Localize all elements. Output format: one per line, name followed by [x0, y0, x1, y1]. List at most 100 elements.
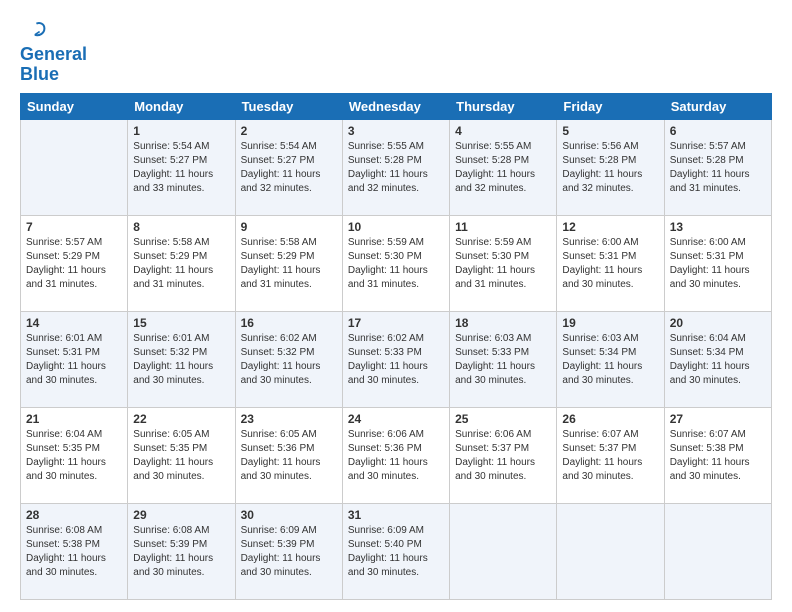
- day-number: 11: [455, 220, 551, 234]
- day-info: Sunrise: 5:55 AM Sunset: 5:28 PM Dayligh…: [455, 140, 551, 196]
- logo: General Blue: [20, 20, 87, 85]
- calendar-week-row: 21 Sunrise: 6:04 AM Sunset: 5:35 PM Dayli…: [21, 407, 772, 503]
- day-number: 5: [562, 124, 658, 138]
- day-info: Sunrise: 6:08 AM Sunset: 5:38 PM Dayligh…: [26, 524, 122, 580]
- day-info: Sunrise: 6:09 AM Sunset: 5:39 PM Dayligh…: [241, 524, 337, 580]
- day-number: 27: [670, 412, 766, 426]
- calendar-cell: [21, 119, 128, 215]
- calendar-week-row: 1 Sunrise: 5:54 AM Sunset: 5:27 PM Daylig…: [21, 119, 772, 215]
- day-number: 29: [133, 508, 229, 522]
- logo-icon: [22, 20, 46, 40]
- day-info: Sunrise: 6:07 AM Sunset: 5:38 PM Dayligh…: [670, 428, 766, 484]
- day-info: Sunrise: 6:00 AM Sunset: 5:31 PM Dayligh…: [562, 236, 658, 292]
- day-number: 20: [670, 316, 766, 330]
- calendar-cell: 24 Sunrise: 6:06 AM Sunset: 5:36 PM Dayli…: [342, 407, 449, 503]
- calendar-week-row: 28Sunrise: 6:08 AM Sunset: 5:38 PM Dayli…: [21, 503, 772, 599]
- day-info: Sunrise: 6:07 AM Sunset: 5:37 PM Dayligh…: [562, 428, 658, 484]
- day-info: Sunrise: 6:06 AM Sunset: 5:36 PM Dayligh…: [348, 428, 444, 484]
- header: General Blue: [20, 16, 772, 85]
- day-number: 21: [26, 412, 122, 426]
- day-number: 13: [670, 220, 766, 234]
- calendar-cell: 28Sunrise: 6:08 AM Sunset: 5:38 PM Dayli…: [21, 503, 128, 599]
- day-info: Sunrise: 6:01 AM Sunset: 5:32 PM Dayligh…: [133, 332, 229, 388]
- day-number: 9: [241, 220, 337, 234]
- weekday-header-wednesday: Wednesday: [342, 93, 449, 119]
- day-info: Sunrise: 6:05 AM Sunset: 5:35 PM Dayligh…: [133, 428, 229, 484]
- day-number: 7: [26, 220, 122, 234]
- page: General Blue SundayMondayTuesdayWednesda…: [0, 0, 792, 612]
- day-info: Sunrise: 5:56 AM Sunset: 5:28 PM Dayligh…: [562, 140, 658, 196]
- day-number: 18: [455, 316, 551, 330]
- calendar-cell: 15 Sunrise: 6:01 AM Sunset: 5:32 PM Dayli…: [128, 311, 235, 407]
- day-number: 19: [562, 316, 658, 330]
- logo-text: General Blue: [20, 45, 87, 85]
- calendar-cell: 25Sunrise: 6:06 AM Sunset: 5:37 PM Dayli…: [450, 407, 557, 503]
- day-info: Sunrise: 6:04 AM Sunset: 5:35 PM Dayligh…: [26, 428, 122, 484]
- calendar-cell: 11 Sunrise: 5:59 AM Sunset: 5:30 PM Dayli…: [450, 215, 557, 311]
- calendar-cell: 26 Sunrise: 6:07 AM Sunset: 5:37 PM Dayli…: [557, 407, 664, 503]
- day-number: 2: [241, 124, 337, 138]
- day-number: 12: [562, 220, 658, 234]
- day-number: 17: [348, 316, 444, 330]
- day-info: Sunrise: 5:59 AM Sunset: 5:30 PM Dayligh…: [455, 236, 551, 292]
- day-info: Sunrise: 6:00 AM Sunset: 5:31 PM Dayligh…: [670, 236, 766, 292]
- day-info: Sunrise: 6:03 AM Sunset: 5:34 PM Dayligh…: [562, 332, 658, 388]
- day-info: Sunrise: 6:05 AM Sunset: 5:36 PM Dayligh…: [241, 428, 337, 484]
- calendar-cell: 13 Sunrise: 6:00 AM Sunset: 5:31 PM Dayli…: [664, 215, 771, 311]
- weekday-header-friday: Friday: [557, 93, 664, 119]
- day-info: Sunrise: 6:02 AM Sunset: 5:32 PM Dayligh…: [241, 332, 337, 388]
- weekday-header-sunday: Sunday: [21, 93, 128, 119]
- day-info: Sunrise: 6:03 AM Sunset: 5:33 PM Dayligh…: [455, 332, 551, 388]
- day-info: Sunrise: 5:59 AM Sunset: 5:30 PM Dayligh…: [348, 236, 444, 292]
- day-number: 4: [455, 124, 551, 138]
- day-number: 22: [133, 412, 229, 426]
- calendar-cell: 7 Sunrise: 5:57 AM Sunset: 5:29 PM Daylig…: [21, 215, 128, 311]
- calendar-cell: 9 Sunrise: 5:58 AM Sunset: 5:29 PM Daylig…: [235, 215, 342, 311]
- day-info: Sunrise: 6:09 AM Sunset: 5:40 PM Dayligh…: [348, 524, 444, 580]
- day-number: 16: [241, 316, 337, 330]
- calendar-cell: 30 Sunrise: 6:09 AM Sunset: 5:39 PM Dayli…: [235, 503, 342, 599]
- day-number: 10: [348, 220, 444, 234]
- day-number: 31: [348, 508, 444, 522]
- day-info: Sunrise: 5:58 AM Sunset: 5:29 PM Dayligh…: [133, 236, 229, 292]
- calendar-cell: 23 Sunrise: 6:05 AM Sunset: 5:36 PM Dayli…: [235, 407, 342, 503]
- day-number: 15: [133, 316, 229, 330]
- day-info: Sunrise: 6:02 AM Sunset: 5:33 PM Dayligh…: [348, 332, 444, 388]
- calendar-cell: 2 Sunrise: 5:54 AM Sunset: 5:27 PM Daylig…: [235, 119, 342, 215]
- day-number: 1: [133, 124, 229, 138]
- calendar-cell: 3Sunrise: 5:55 AM Sunset: 5:28 PM Daylig…: [342, 119, 449, 215]
- day-info: Sunrise: 6:04 AM Sunset: 5:34 PM Dayligh…: [670, 332, 766, 388]
- day-number: 24: [348, 412, 444, 426]
- day-info: Sunrise: 5:55 AM Sunset: 5:28 PM Dayligh…: [348, 140, 444, 196]
- calendar-cell: [664, 503, 771, 599]
- calendar-cell: 18 Sunrise: 6:03 AM Sunset: 5:33 PM Dayli…: [450, 311, 557, 407]
- calendar-cell: 12 Sunrise: 6:00 AM Sunset: 5:31 PM Dayli…: [557, 215, 664, 311]
- day-info: Sunrise: 6:06 AM Sunset: 5:37 PM Dayligh…: [455, 428, 551, 484]
- day-info: Sunrise: 5:58 AM Sunset: 5:29 PM Dayligh…: [241, 236, 337, 292]
- day-number: 6: [670, 124, 766, 138]
- weekday-header-tuesday: Tuesday: [235, 93, 342, 119]
- calendar-cell: 20 Sunrise: 6:04 AM Sunset: 5:34 PM Dayli…: [664, 311, 771, 407]
- day-info: Sunrise: 5:57 AM Sunset: 5:29 PM Dayligh…: [26, 236, 122, 292]
- calendar-header-row: SundayMondayTuesdayWednesdayThursdayFrid…: [21, 93, 772, 119]
- calendar-cell: 16 Sunrise: 6:02 AM Sunset: 5:32 PM Dayli…: [235, 311, 342, 407]
- calendar-cell: [557, 503, 664, 599]
- day-number: 30: [241, 508, 337, 522]
- day-number: 23: [241, 412, 337, 426]
- day-number: 26: [562, 412, 658, 426]
- calendar-cell: 4 Sunrise: 5:55 AM Sunset: 5:28 PM Daylig…: [450, 119, 557, 215]
- calendar-cell: 27 Sunrise: 6:07 AM Sunset: 5:38 PM Dayli…: [664, 407, 771, 503]
- weekday-header-saturday: Saturday: [664, 93, 771, 119]
- calendar-cell: 10 Sunrise: 5:59 AM Sunset: 5:30 PM Dayli…: [342, 215, 449, 311]
- calendar-cell: 21 Sunrise: 6:04 AM Sunset: 5:35 PM Dayli…: [21, 407, 128, 503]
- calendar-table: SundayMondayTuesdayWednesdayThursdayFrid…: [20, 93, 772, 600]
- calendar-week-row: 14Sunrise: 6:01 AM Sunset: 5:31 PM Dayli…: [21, 311, 772, 407]
- weekday-header-monday: Monday: [128, 93, 235, 119]
- calendar-week-row: 7 Sunrise: 5:57 AM Sunset: 5:29 PM Daylig…: [21, 215, 772, 311]
- day-info: Sunrise: 5:54 AM Sunset: 5:27 PM Dayligh…: [241, 140, 337, 196]
- calendar-cell: 1Sunrise: 5:54 AM Sunset: 5:27 PM Daylig…: [128, 119, 235, 215]
- calendar-cell: 14Sunrise: 6:01 AM Sunset: 5:31 PM Dayli…: [21, 311, 128, 407]
- calendar-cell: 8Sunrise: 5:58 AM Sunset: 5:29 PM Daylig…: [128, 215, 235, 311]
- calendar-cell: [450, 503, 557, 599]
- calendar-cell: 6Sunrise: 5:57 AM Sunset: 5:28 PM Daylig…: [664, 119, 771, 215]
